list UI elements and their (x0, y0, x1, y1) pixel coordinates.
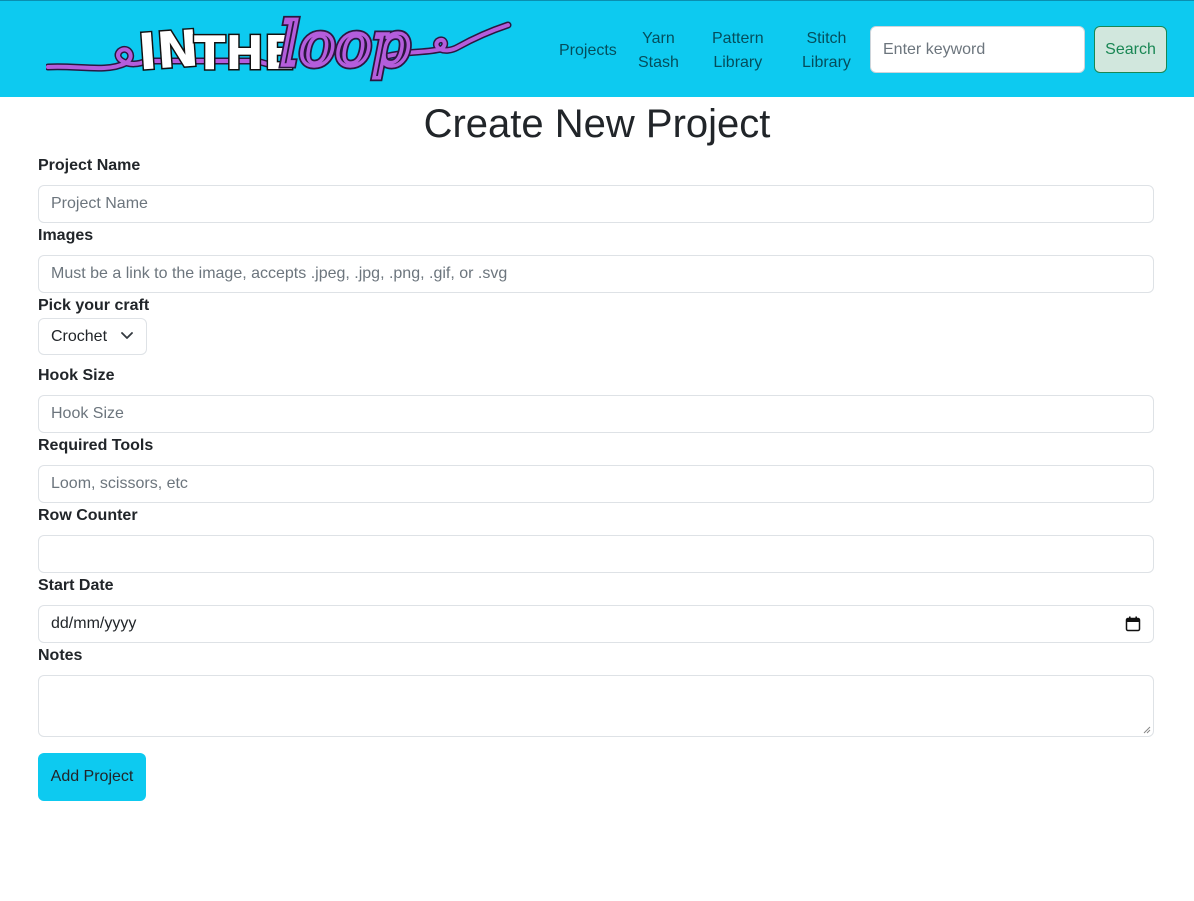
page-title: Create New Project (423, 102, 771, 146)
start-date-value: dd/mm/yyyy (51, 615, 137, 632)
nav-projects-label: Projects (559, 42, 617, 59)
nav-stitch-library-label-2: Library (802, 54, 851, 71)
craft-select[interactable]: Crochet (38, 318, 147, 355)
craft-label: Pick your craft (38, 297, 150, 314)
hook-size-input[interactable] (38, 395, 1154, 433)
add-project-button[interactable]: Add Project (38, 753, 146, 801)
in-the-loop-logo[interactable]: IN THE loop loop (46, 7, 512, 93)
notes-label: Notes (38, 647, 83, 664)
chevron-down-icon (121, 332, 133, 339)
nav-yarn-stash-label-1: Yarn (642, 30, 675, 47)
images-label: Images (38, 227, 94, 244)
row-counter-input[interactable] (38, 535, 1154, 573)
logo-word-in: IN (136, 19, 200, 81)
project-name-label: Project Name (38, 157, 141, 174)
nav-stitch-library[interactable]: Stitch Library (802, 27, 851, 75)
search-input[interactable] (870, 26, 1085, 73)
project-name-input[interactable] (38, 185, 1154, 223)
nav-yarn-stash-label-2: Stash (638, 54, 679, 71)
nav-pattern-library-label-1: Pattern (712, 30, 764, 47)
calendar-icon[interactable] (1125, 616, 1141, 632)
nav-pattern-library[interactable]: Pattern Library (712, 27, 764, 75)
row-counter-label: Row Counter (38, 507, 138, 524)
start-date-label: Start Date (38, 577, 114, 594)
required-tools-input[interactable] (38, 465, 1154, 503)
nav-pattern-library-label-2: Library (713, 54, 763, 71)
search-button[interactable]: Search (1094, 26, 1167, 73)
resize-handle-icon[interactable] (1143, 726, 1151, 734)
nav-projects[interactable]: Projects (559, 39, 617, 63)
required-tools-label: Required Tools (38, 437, 154, 454)
notes-textarea[interactable] (38, 675, 1154, 737)
nav-yarn-stash[interactable]: Yarn Stash (638, 27, 679, 75)
navbar: IN THE loop loop Projects Yarn Stash Pat… (0, 0, 1194, 97)
logo-word-loop: loop (280, 10, 410, 80)
hook-size-label: Hook Size (38, 367, 115, 384)
craft-select-value: Crochet (51, 328, 108, 345)
start-date-input[interactable]: dd/mm/yyyy (38, 605, 1154, 643)
images-input[interactable] (38, 255, 1154, 293)
nav-stitch-library-label-1: Stitch (806, 30, 847, 47)
